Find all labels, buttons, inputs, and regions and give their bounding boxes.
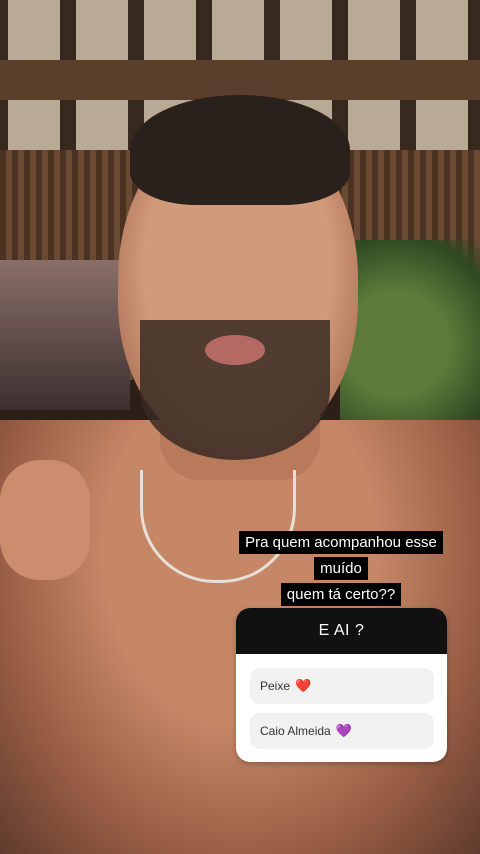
poll-sticker: E AI ? Peixe ❤️ Caio Almeida 💜 bbox=[236, 608, 447, 762]
purple-heart-icon: 💜 bbox=[335, 723, 352, 738]
red-heart-icon: ❤️ bbox=[295, 678, 312, 693]
person-hand bbox=[0, 460, 90, 580]
background-objects bbox=[0, 260, 130, 410]
caption-line-1: Pra quem acompanhou esse muído bbox=[239, 531, 443, 580]
poll-question: E AI ? bbox=[236, 608, 447, 654]
caption-line-2: quem tá certo?? bbox=[280, 583, 402, 606]
poll-option-label: Caio Almeida bbox=[260, 724, 331, 738]
roof-beam bbox=[0, 60, 480, 100]
person-mouth bbox=[205, 335, 265, 365]
poll-option-label: Peixe bbox=[260, 679, 291, 693]
poll-option-peixe[interactable]: Peixe ❤️ bbox=[250, 668, 434, 704]
person-hair bbox=[130, 95, 350, 205]
poll-option-caio-almeida[interactable]: Caio Almeida 💜 bbox=[250, 713, 434, 749]
story-caption: Pra quem acompanhou esse muído quem tá c… bbox=[226, 530, 456, 608]
